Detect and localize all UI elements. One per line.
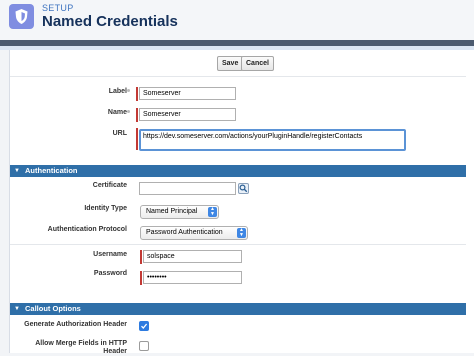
triangle-down-icon[interactable]: ▼	[14, 303, 20, 315]
label-input[interactable]: Someserver	[139, 87, 236, 100]
identity-type-label: Identity Type	[84, 205, 127, 212]
certificate-label: Certificate	[92, 182, 127, 189]
magnifier-icon[interactable]	[238, 183, 249, 194]
label-field-label: Label	[108, 88, 127, 95]
up-down-arrows-icon: ▲ ▼	[208, 207, 217, 217]
required-indicator	[136, 108, 138, 122]
password-label: Password	[93, 270, 127, 277]
authentication-section-header[interactable]: ▼ Authentication	[10, 165, 466, 177]
breadcrumb-setup[interactable]: SETUP	[42, 3, 74, 13]
save-button[interactable]: Save	[217, 56, 244, 71]
checkmark-icon	[141, 323, 148, 329]
auth-protocol-label: Authentication Protocol	[47, 226, 127, 233]
required-indicator	[140, 250, 142, 264]
triangle-down-icon[interactable]: ▼	[14, 165, 20, 177]
certificate-input[interactable]	[139, 182, 236, 195]
allow-merge-fields-checkbox[interactable]	[139, 341, 149, 351]
url-textarea[interactable]: https://dev.someserver.com/actions/yourP…	[139, 129, 406, 151]
shield-icon	[15, 9, 28, 24]
page-header: SETUP Named Credentials	[0, 0, 474, 40]
app-icon	[9, 4, 34, 29]
name-field-label: Name	[107, 109, 127, 116]
info-icon	[127, 89, 130, 92]
section-title: Authentication	[25, 166, 78, 175]
cancel-button[interactable]: Cancel	[241, 56, 274, 71]
generate-auth-header-checkbox[interactable]	[139, 321, 149, 331]
password-input[interactable]: ••••••••	[143, 271, 242, 284]
required-indicator	[136, 128, 138, 150]
name-input[interactable]: Someserver	[139, 108, 236, 121]
up-down-arrows-icon: ▲ ▼	[237, 228, 246, 238]
identity-type-select[interactable]: Named Principal ▲ ▼	[140, 205, 219, 219]
allow-merge-fields-label: Allow Merge Fields in HTTP Header	[35, 340, 127, 355]
divider	[10, 76, 466, 77]
auth-protocol-value: Password Authentication	[146, 229, 223, 236]
info-icon	[127, 110, 130, 113]
generate-auth-header-label: Generate Authorization Header	[24, 321, 127, 328]
username-label: Username	[93, 251, 127, 258]
divider	[10, 244, 466, 245]
identity-type-value: Named Principal	[146, 208, 198, 215]
callout-options-section-header[interactable]: ▼ Callout Options	[10, 303, 466, 315]
required-indicator	[136, 87, 138, 101]
auth-protocol-select[interactable]: Password Authentication ▲ ▼	[140, 226, 248, 240]
url-field-label: URL	[112, 130, 127, 137]
section-title: Callout Options	[25, 304, 81, 313]
username-input[interactable]: solspace	[143, 250, 242, 263]
required-indicator	[140, 271, 142, 285]
page-title: Named Credentials	[42, 13, 178, 30]
